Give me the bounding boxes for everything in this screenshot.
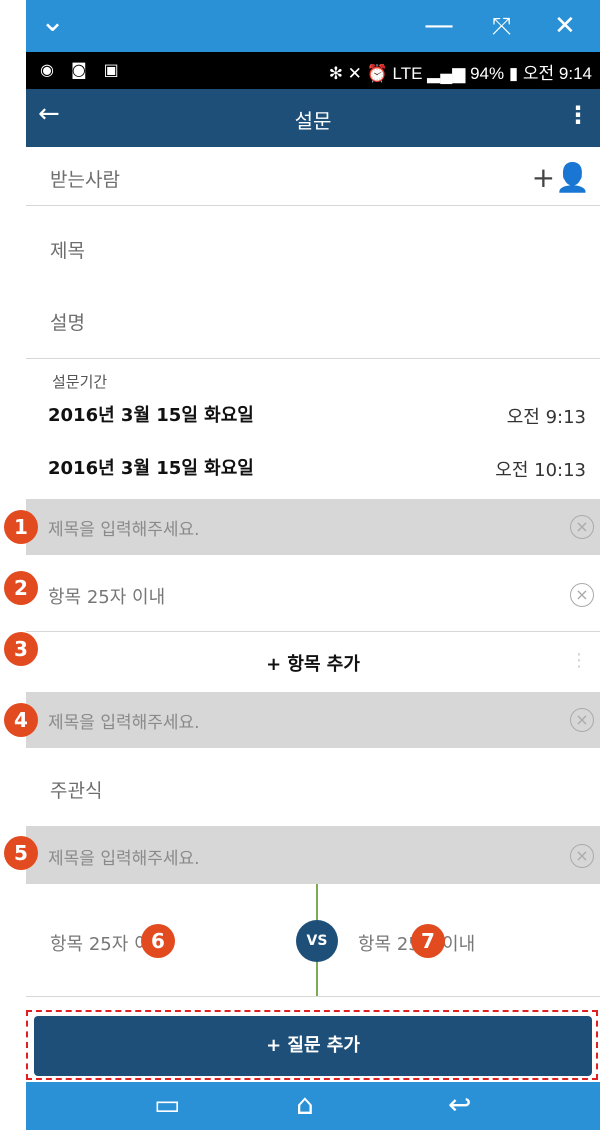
window-chrome: ⌄ — ⤧ ✕ bbox=[26, 0, 600, 52]
option-item-row[interactable]: 항목 25자 이내 × bbox=[26, 555, 600, 631]
drag-handle-icon[interactable]: ⋮ bbox=[570, 650, 588, 671]
status-right-text: ✻ ✕ ⏰ LTE ▂▄▆ 94% ▮ 오전 9:14 bbox=[328, 64, 592, 83]
start-time[interactable]: 오전 9:13 bbox=[507, 403, 586, 429]
option-item-placeholder: 항목 25자 이내 bbox=[48, 587, 166, 608]
recipient-row[interactable]: 받는사람 +👤 bbox=[26, 147, 600, 205]
question-title-placeholder: 제목을 입력해주세요. bbox=[48, 849, 200, 869]
minimize-icon[interactable]: — bbox=[424, 6, 454, 46]
period-section: 설문기간 2016년 3월 15일 화요일 오전 9:13 2016년 3월 1… bbox=[26, 359, 600, 499]
fullscreen-icon[interactable]: ⤧ bbox=[492, 6, 511, 46]
end-date[interactable]: 2016년 3월 15일 화요일 bbox=[48, 454, 254, 480]
question-title-placeholder: 제목을 입력해주세요. bbox=[48, 713, 200, 733]
annotation-badge-1: 1 bbox=[4, 510, 38, 544]
description-placeholder: 설명 bbox=[50, 312, 85, 334]
back-icon[interactable]: ↩ bbox=[448, 1088, 471, 1121]
annotation-badge-5: 5 bbox=[4, 836, 38, 870]
status-left-icons: ◉ ◙ ▣ bbox=[40, 60, 125, 79]
more-menu-icon[interactable]: ⋮ bbox=[566, 101, 590, 129]
subjective-row: 주관식 bbox=[26, 748, 600, 826]
versus-row: 항목 25자 이내 VS 항목 25자 이내 bbox=[26, 884, 600, 996]
close-icon[interactable]: ✕ bbox=[554, 6, 576, 46]
end-time[interactable]: 오전 10:13 bbox=[495, 456, 586, 482]
start-date[interactable]: 2016년 3월 15일 화요일 bbox=[48, 401, 254, 427]
annotation-badge-4: 4 bbox=[4, 703, 38, 737]
add-question-button[interactable]: + 질문 추가 bbox=[34, 1016, 592, 1076]
clear-icon[interactable]: × bbox=[570, 708, 594, 732]
subjective-label: 주관식 bbox=[50, 780, 103, 802]
phone-screen: ⌄ — ⤧ ✕ ◉ ◙ ▣ ✻ ✕ ⏰ LTE ▂▄▆ 94% ▮ 오전 9:1… bbox=[26, 0, 600, 1130]
question-title-row[interactable]: 제목을 입력해주세요. × bbox=[26, 692, 600, 748]
description-field[interactable]: 설명 bbox=[26, 282, 600, 358]
navigation-bar: ▭ ⌂ ↩ bbox=[26, 1082, 600, 1130]
add-item-button[interactable]: + 항목 추가 bbox=[26, 650, 600, 676]
annotation-badge-7: 7 bbox=[411, 924, 445, 958]
question-title-placeholder: 제목을 입력해주세요. bbox=[48, 520, 200, 540]
clear-icon[interactable]: × bbox=[570, 844, 594, 868]
app-bar: ← 설문 ⋮ bbox=[26, 89, 600, 147]
home-icon[interactable]: ⌂ bbox=[296, 1088, 314, 1121]
clear-icon[interactable]: × bbox=[570, 583, 594, 607]
page-title: 설문 bbox=[294, 109, 332, 133]
add-item-row[interactable]: + 항목 추가 ⋮ bbox=[26, 632, 600, 690]
status-bar: ◉ ◙ ▣ ✻ ✕ ⏰ LTE ▂▄▆ 94% ▮ 오전 9:14 bbox=[26, 52, 600, 89]
annotation-badge-2: 2 bbox=[4, 571, 38, 605]
question-title-row[interactable]: 제목을 입력해주세요. × bbox=[26, 826, 600, 884]
question-title-row[interactable]: 제목을 입력해주세요. × bbox=[26, 499, 600, 555]
period-label: 설문기간 bbox=[52, 373, 108, 391]
title-placeholder: 제목 bbox=[50, 240, 85, 262]
divider bbox=[26, 996, 600, 997]
recipient-label: 받는사람 bbox=[50, 169, 120, 191]
clear-icon[interactable]: × bbox=[570, 515, 594, 539]
recent-apps-icon[interactable]: ▭ bbox=[154, 1088, 180, 1121]
annotation-badge-3: 3 bbox=[4, 632, 38, 666]
add-person-icon[interactable]: +👤 bbox=[532, 161, 590, 194]
vs-badge: VS bbox=[296, 920, 338, 962]
collapse-icon[interactable]: ⌄ bbox=[40, 2, 65, 42]
title-field[interactable]: 제목 bbox=[26, 206, 600, 282]
annotation-badge-6: 6 bbox=[141, 924, 175, 958]
